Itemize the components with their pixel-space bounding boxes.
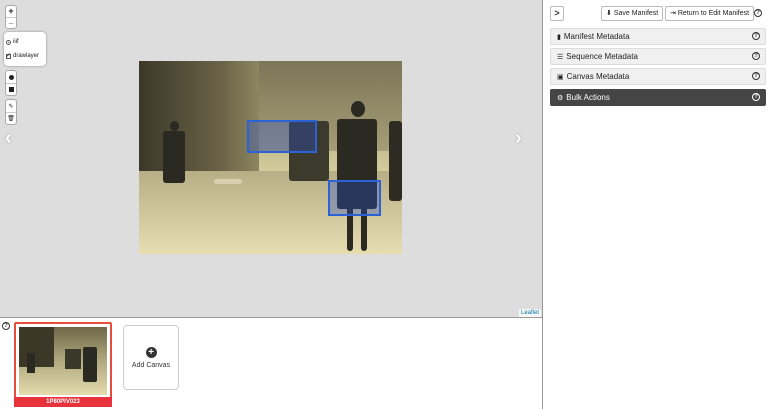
sidebar-panel: > ⬇ Save Manifest ⇥ Return to Edit Manifes…	[543, 0, 772, 409]
annotation-box[interactable]	[247, 120, 317, 153]
section-canvas-metadata[interactable]: ▣ Canvas Metadata ?	[550, 68, 766, 85]
section-label: Manifest Metadata	[563, 32, 630, 41]
circle-icon	[8, 74, 14, 80]
return-to-edit-button[interactable]: ⇥ Return to Edit Manifest	[665, 6, 755, 21]
zoom-control: + –	[5, 5, 17, 29]
section-manifest-metadata[interactable]: ▮ Manifest Metadata ?	[550, 28, 766, 45]
prev-canvas-arrow[interactable]: ‹	[5, 127, 12, 150]
draw-toolbar	[5, 70, 17, 96]
layer-iiif[interactable]: iiif	[6, 35, 44, 49]
edit-layers-button[interactable]: ✎	[6, 100, 16, 112]
edit-toolbar: ✎ 🗑	[5, 99, 17, 125]
save-manifest-label: Save Manifest	[613, 10, 659, 17]
thumbnail-image	[19, 327, 107, 395]
leaflet-attribution-link[interactable]: Leaflet	[518, 309, 541, 317]
help-icon[interactable]: ?	[2, 322, 10, 330]
canvas-image	[139, 61, 402, 254]
draw-circle-button[interactable]	[6, 71, 16, 83]
next-canvas-arrow[interactable]: ›	[515, 127, 522, 150]
help-icon[interactable]: ?	[752, 72, 760, 80]
help-icon[interactable]: ?	[752, 93, 760, 101]
book-icon: ▮	[557, 34, 561, 41]
section-label: Canvas Metadata	[566, 72, 630, 81]
radio-icon[interactable]	[6, 39, 11, 45]
return-edit-label: Return to Edit Manifest	[677, 10, 750, 17]
add-canvas-button[interactable]: + Add Canvas	[123, 325, 179, 390]
canvas-thumbnail[interactable]: 1P80PIV023	[14, 322, 112, 407]
list-icon: ☰	[557, 54, 564, 61]
plus-circle-icon: +	[145, 346, 157, 358]
image-icon: ▣	[557, 74, 564, 81]
layer-control: iiif drawlayer	[4, 32, 46, 66]
zoom-out-button[interactable]: –	[6, 17, 16, 28]
add-canvas-label: Add Canvas	[131, 361, 171, 369]
download-icon: ⬇	[606, 10, 612, 17]
section-sequence-metadata[interactable]: ☰ Sequence Metadata ?	[550, 48, 766, 65]
gears-icon: ⚙	[557, 95, 564, 102]
section-bulk-actions[interactable]: ⚙ Bulk Actions ?	[550, 89, 766, 106]
canvas-label: 1P80PIV023	[14, 397, 112, 407]
help-icon[interactable]: ?	[754, 9, 762, 17]
checkbox-icon[interactable]	[6, 52, 11, 59]
help-icon[interactable]: ?	[752, 52, 760, 60]
section-label: Sequence Metadata	[566, 52, 638, 61]
toggle-sidebar-button[interactable]: >	[550, 6, 564, 21]
save-manifest-button[interactable]: ⬇ Save Manifest	[601, 6, 664, 21]
annotation-box[interactable]	[328, 180, 381, 216]
layer-label: iiif	[13, 39, 19, 45]
layer-label: drawlayer	[13, 53, 40, 59]
help-icon[interactable]: ?	[752, 32, 760, 40]
sign-in-icon: ⇥	[670, 10, 676, 17]
square-icon	[8, 87, 14, 92]
zoom-in-button[interactable]: +	[6, 6, 16, 17]
edit-icon: ✎	[8, 103, 14, 110]
delete-layers-button[interactable]: 🗑	[6, 112, 16, 124]
section-label: Bulk Actions	[566, 93, 610, 102]
map-viewer[interactable]: + – iiif drawlayer ✎ 🗑 ‹ › Leaflet	[0, 0, 542, 317]
draw-rectangle-button[interactable]	[6, 83, 16, 95]
canvas-strip: ? 1P80PIV023 + Add Canvas	[0, 318, 542, 409]
layer-drawlayer[interactable]: drawlayer	[6, 49, 44, 63]
trash-icon: 🗑	[7, 116, 15, 122]
